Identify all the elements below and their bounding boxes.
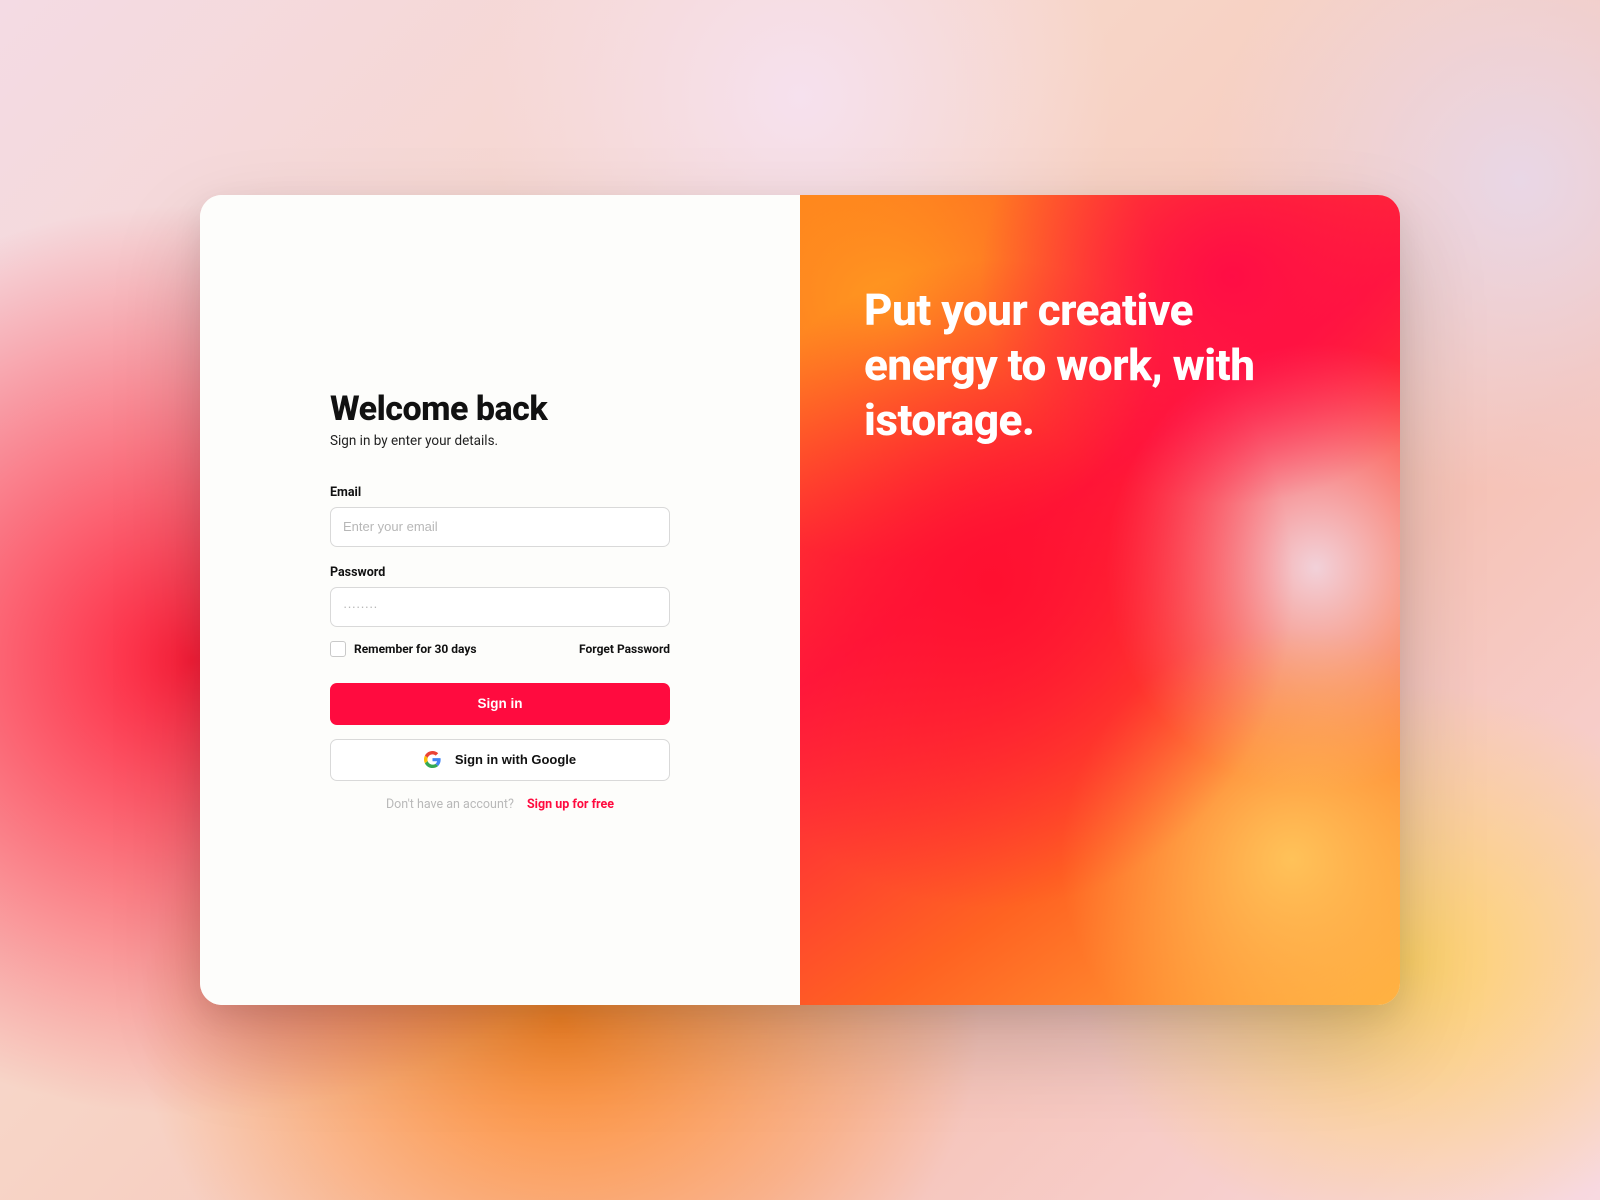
checkbox-icon	[330, 641, 346, 657]
email-field[interactable]	[330, 507, 670, 547]
login-form-panel: Welcome back Sign in by enter your detai…	[200, 195, 800, 1005]
hero-panel: Put your creative energy to work, with i…	[800, 195, 1400, 1005]
password-field[interactable]	[330, 587, 670, 627]
google-signin-button[interactable]: Sign in with Google	[330, 739, 670, 781]
google-icon	[424, 751, 441, 768]
page-subtitle: Sign in by enter your details.	[330, 433, 670, 449]
signin-button[interactable]: Sign in	[330, 683, 670, 725]
login-card: Welcome back Sign in by enter your detai…	[200, 195, 1400, 1005]
signup-link[interactable]: Sign up for free	[527, 797, 614, 812]
remember-label: Remember for 30 days	[354, 642, 477, 656]
hero-heading: Put your creative energy to work, with i…	[864, 283, 1324, 448]
page-background: Welcome back Sign in by enter your detai…	[0, 0, 1600, 1200]
forgot-password-link[interactable]: Forget Password	[579, 642, 670, 656]
password-label: Password	[330, 565, 670, 580]
google-signin-label: Sign in with Google	[455, 752, 576, 767]
options-row: Remember for 30 days Forget Password	[330, 641, 670, 657]
remember-checkbox[interactable]: Remember for 30 days	[330, 641, 477, 657]
login-form: Welcome back Sign in by enter your detai…	[330, 389, 670, 812]
page-title: Welcome back	[330, 389, 670, 429]
signup-prompt: Don't have an account?	[386, 797, 514, 812]
email-label: Email	[330, 485, 670, 500]
signup-row: Don't have an account? Sign up for free	[330, 797, 670, 812]
